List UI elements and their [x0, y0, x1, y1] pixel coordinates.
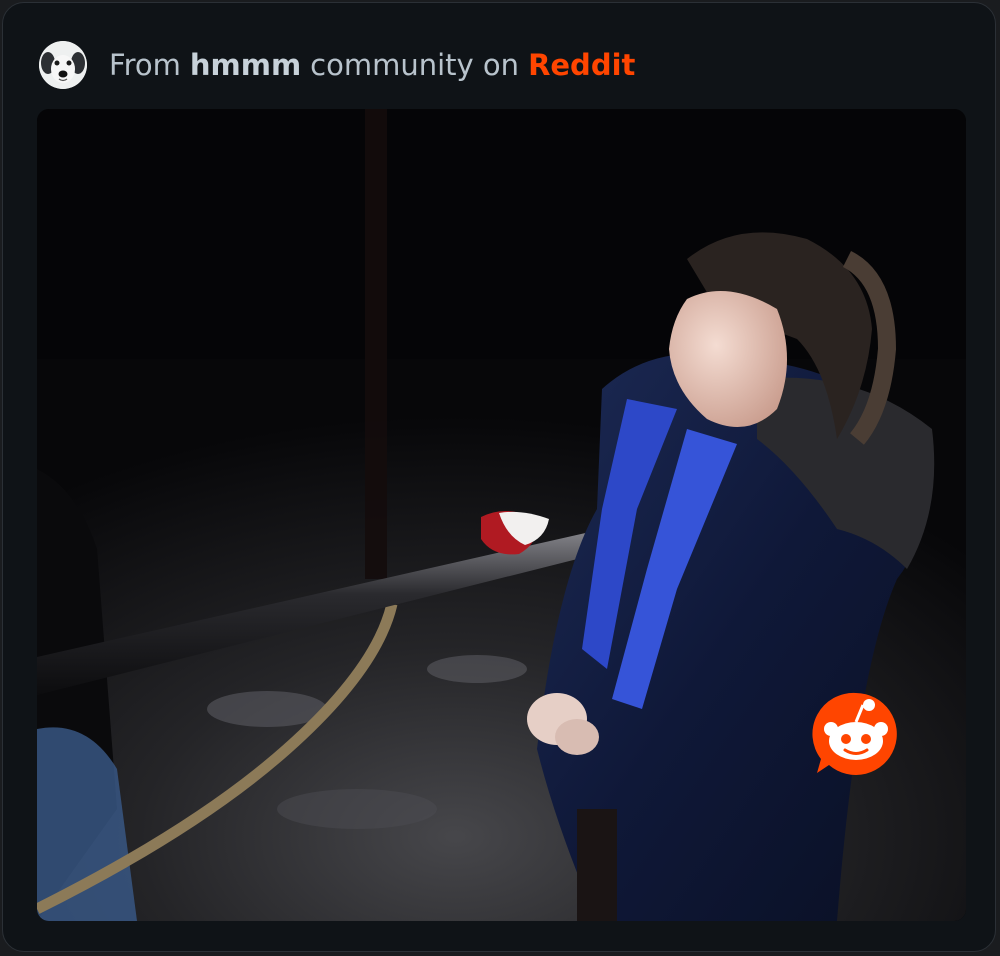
reddit-embed-card: From hmmm community on Reddit [2, 2, 996, 952]
reddit-snoo-icon[interactable] [811, 689, 901, 779]
header-middle-text: community on [310, 48, 520, 82]
embed-header: From hmmm community on Reddit [39, 39, 635, 91]
dog-face-avatar-icon[interactable] [39, 41, 87, 89]
post-image[interactable] [37, 109, 966, 921]
community-link[interactable]: hmmm [190, 48, 301, 82]
reddit-link[interactable]: Reddit [528, 48, 635, 82]
header-prefix: From [109, 48, 181, 82]
night-photo-illustration [37, 109, 966, 921]
